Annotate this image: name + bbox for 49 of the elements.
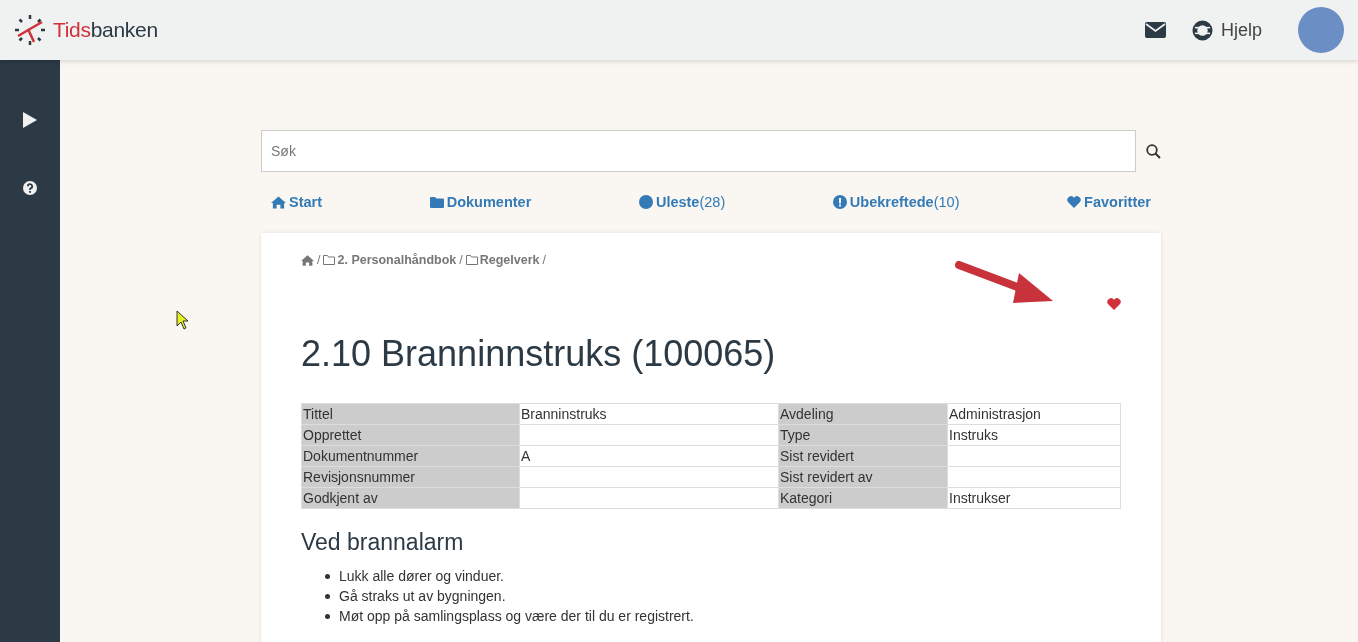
search-field[interactable]: Søk <box>261 130 1136 172</box>
help-circle-icon[interactable] <box>23 181 37 195</box>
breadcrumb-separator: / <box>317 253 321 267</box>
circle-icon <box>638 195 653 209</box>
nav-link[interactable]: Start <box>271 194 323 210</box>
list-item-text: Gå straks ut av bygningen. <box>339 588 506 604</box>
nav-link[interactable]: Uleste(28) <box>638 194 726 210</box>
heart-icon <box>1067 196 1082 208</box>
clock-logo-icon <box>14 14 46 46</box>
list-item-text: Møt opp på samlingsplass og være der til du er registrert. <box>339 608 694 624</box>
property-value: Branninstruks <box>519 403 779 425</box>
bullet-icon <box>325 593 330 599</box>
property-label: Godkjent av <box>301 487 520 509</box>
property-value: A <box>519 445 779 467</box>
breadcrumb-separator: / <box>542 253 546 267</box>
breadcrumb-link[interactable]: 2. Personalhåndbok <box>337 253 457 267</box>
nav-link[interactable]: Ubekreftede(10) <box>832 194 960 210</box>
search-icon[interactable] <box>1146 143 1161 159</box>
nav-link[interactable]: Dokumenter <box>429 194 532 210</box>
home-icon <box>271 195 286 209</box>
mail-icon[interactable] <box>1144 22 1166 38</box>
folder-icon <box>323 255 336 265</box>
property-label: Dokumentnummer <box>301 445 520 467</box>
exclamation-icon <box>832 195 847 209</box>
bullet-icon <box>325 613 330 619</box>
list-item-text: Lukk alle dører og vinduer. <box>339 568 504 584</box>
breadcrumb-separator: / <box>459 253 463 267</box>
property-value: Instruks <box>947 424 1121 446</box>
property-value: Administrasjon <box>947 403 1121 425</box>
property-label: Avdeling <box>778 403 948 425</box>
nav-link[interactable]: Favoritter <box>1067 194 1151 210</box>
property-label: Tittel <box>301 403 520 425</box>
lifebuoy-icon[interactable] <box>1191 19 1213 41</box>
home-icon <box>301 254 314 266</box>
property-label: Opprettet <box>301 424 520 446</box>
document-title: 2.10 Branninnstruks (100065) <box>301 333 777 375</box>
folder-icon <box>465 255 478 265</box>
section-heading: Ved brannalarm <box>301 529 465 556</box>
bullet-icon <box>325 573 330 579</box>
cursor-icon <box>176 310 190 330</box>
logo-text: Tidsbanken <box>53 18 158 42</box>
folder-icon <box>429 196 444 208</box>
avatar-circle[interactable] <box>1298 7 1344 53</box>
property-label: Revisjonsnummer <box>301 466 520 488</box>
play-icon[interactable] <box>23 112 37 128</box>
breadcrumb-link[interactable]: Regelverk <box>479 253 540 267</box>
heart-icon[interactable] <box>1107 298 1121 310</box>
help-link[interactable]: Hjelp <box>1220 19 1262 41</box>
property-value: Instrukser <box>947 487 1121 509</box>
